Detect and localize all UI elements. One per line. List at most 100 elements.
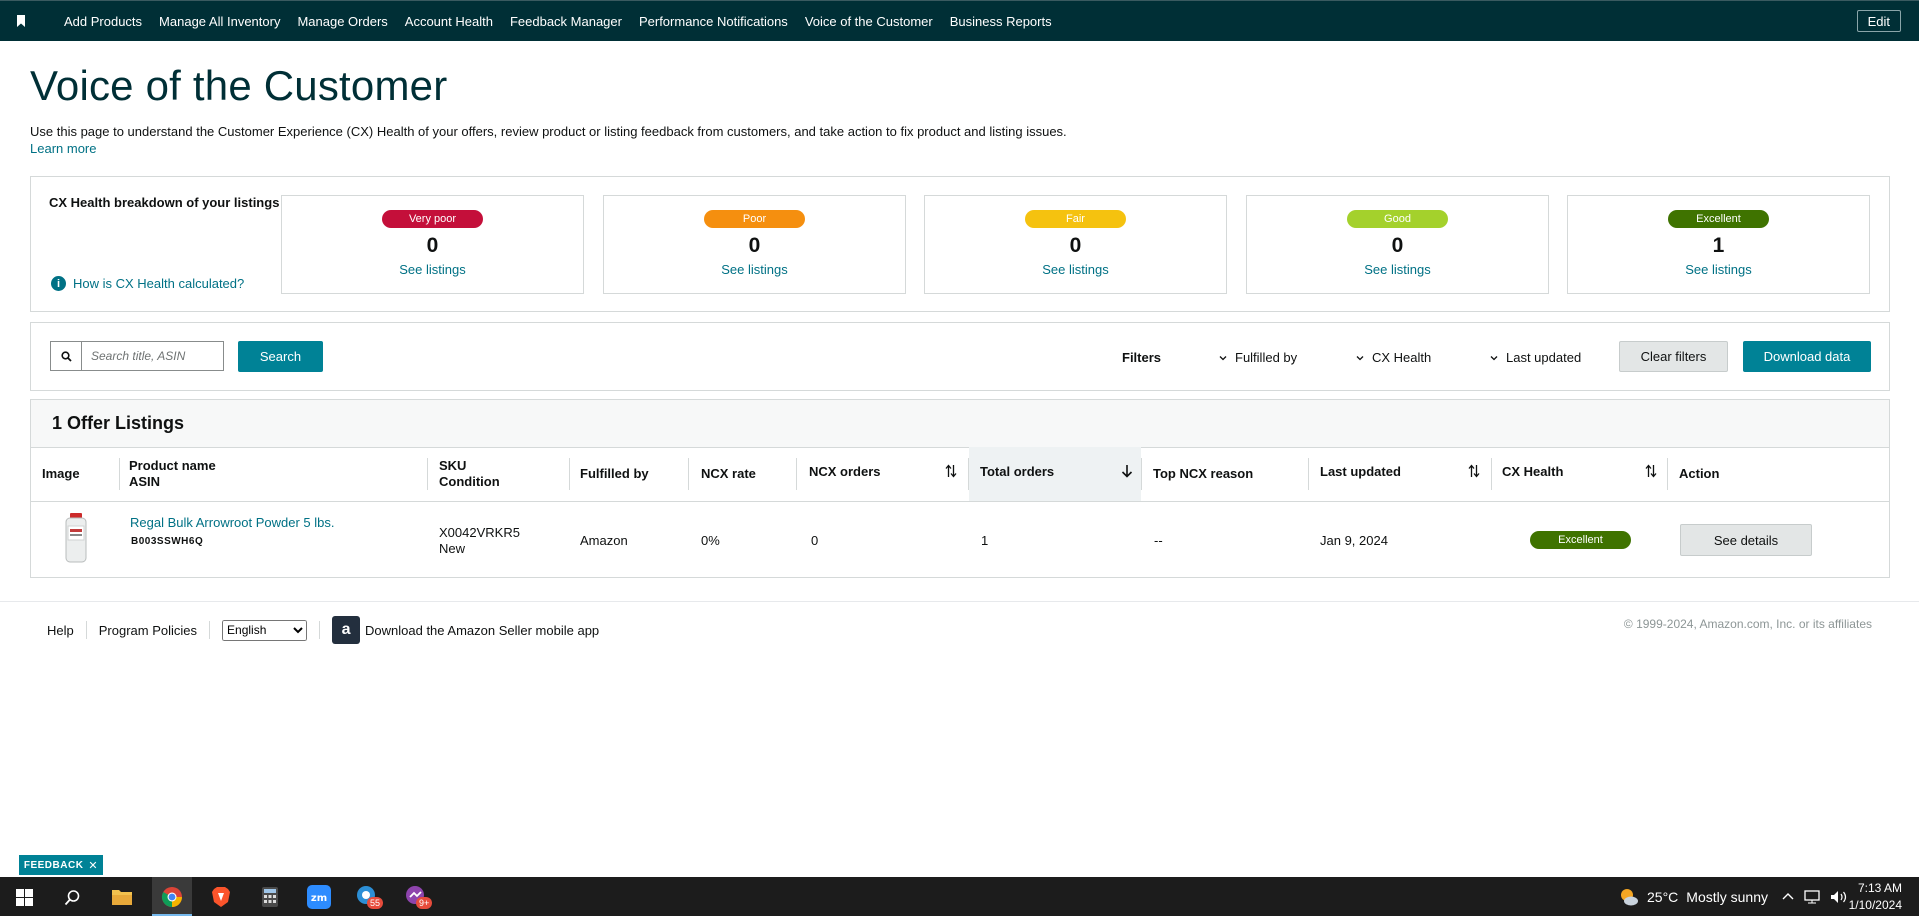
feedback-tab[interactable]: FEEDBACK ✕ [19,855,103,875]
nav-account-health[interactable]: Account Health [405,14,493,29]
network-icon[interactable] [1803,889,1821,904]
cx-health-calculation-link[interactable]: i How is CX Health calculated? [51,276,244,291]
col-fulfilled-by: Fulfilled by [580,466,649,481]
fulfilled-by-filter-label: Fulfilled by [1235,350,1298,365]
volume-icon[interactable] [1830,890,1848,904]
fulfilled-by-filter[interactable]: Fulfilled by [1219,350,1297,365]
cx-count-fair: 0 [1069,234,1082,257]
product-name-link[interactable]: Regal Bulk Arrowroot Powder 5 lbs. [130,515,334,530]
cx-pill-fair: Fair [1025,210,1126,228]
col-ncx-rate: NCX rate [701,466,756,481]
nav-manage-orders[interactable]: Manage Orders [297,14,387,29]
col-condition-label: Condition [439,474,500,489]
sort-descending-icon[interactable] [1121,464,1133,478]
footer-separator [319,621,321,639]
see-listings-poor[interactable]: See listings [604,262,905,277]
nav-voice-of-the-customer[interactable]: Voice of the Customer [805,14,933,29]
seller-app-link[interactable]: Download the Amazon Seller mobile app [365,623,599,638]
cx-card-good: Good 0 See listings [1246,195,1549,294]
bookmark-icon[interactable] [16,15,26,27]
feedback-tab-label: FEEDBACK [23,859,84,871]
ncx-orders-value: 0 [811,533,819,548]
messenger-app-icon[interactable]: 9+ [402,882,433,912]
zoom-app-icon[interactable]: zm [304,882,334,912]
amazon-seller-app-icon[interactable]: a [332,616,361,644]
help-link[interactable]: Help [47,623,74,638]
windows-start-icon[interactable] [9,882,39,912]
program-policies-link[interactable]: Program Policies [99,623,197,638]
sort-icon[interactable] [1645,464,1657,478]
row-divider [31,501,1889,502]
footer-divider [0,601,1919,602]
col-total-orders[interactable]: Total orders [980,464,1054,480]
condition-value: New [439,541,466,556]
nav-business-reports[interactable]: Business Reports [950,14,1052,29]
clear-filters-button[interactable]: Clear filters [1619,341,1728,372]
cx-pill-poor: Poor [704,210,805,228]
language-select[interactable]: English [222,619,308,641]
messenger-badge: 9+ [416,897,433,909]
nav-add-products[interactable]: Add Products [64,14,142,29]
col-cx-health[interactable]: CX Health [1502,464,1563,480]
column-divider [119,458,120,490]
footer-separator [209,621,211,639]
system-clock[interactable]: 7:13 AM 1/10/2024 [1849,880,1902,914]
mail-badge: 55 [367,897,384,909]
weather-condition: Mostly sunny [1686,888,1768,905]
column-divider [688,458,689,490]
weather-widget[interactable]: 25°C Mostly sunny [1618,877,1768,916]
download-data-button[interactable]: Download data [1743,341,1871,372]
column-divider [1491,458,1492,490]
product-thumbnail[interactable] [61,512,91,564]
see-details-button[interactable]: See details [1680,524,1812,556]
brave-browser-icon[interactable] [206,882,236,912]
cx-card-excellent: Excellent 1 See listings [1567,195,1870,294]
col-product-name-label: Product name [129,458,216,473]
last-updated-filter[interactable]: Last updated [1490,350,1581,365]
sort-icon[interactable] [945,464,957,478]
nav-manage-all-inventory[interactable]: Manage All Inventory [159,14,280,29]
see-listings-excellent[interactable]: See listings [1568,262,1869,277]
chevron-up-icon[interactable] [1782,892,1794,902]
column-divider [796,458,797,490]
cx-card-poor: Poor 0 See listings [603,195,906,294]
col-ncx-orders[interactable]: NCX orders [809,464,881,480]
search-icon[interactable] [57,882,87,912]
see-listings-fair[interactable]: See listings [925,262,1226,277]
search-input[interactable] [82,342,223,370]
chevron-down-icon [1356,355,1364,360]
col-action: Action [1679,466,1720,481]
total-orders-value: 1 [981,533,989,548]
col-last-updated[interactable]: Last updated [1320,464,1401,480]
mail-app-icon[interactable]: 55 [353,882,384,912]
offer-listings-panel: 1 Offer Listings Image Product name ASIN… [30,399,1890,578]
cx-health-badge: Excellent [1530,531,1631,549]
cx-health-filter[interactable]: CX Health [1356,350,1431,365]
search-icon [51,342,82,370]
sort-icon[interactable] [1468,464,1480,478]
filter-bar: Search Filters Fulfilled by CX Health La… [30,322,1890,391]
nav-feedback-manager[interactable]: Feedback Manager [510,14,622,29]
nav-performance-notifications[interactable]: Performance Notifications [639,14,788,29]
filters-label: Filters [1122,350,1162,365]
edit-button[interactable]: Edit [1856,10,1901,32]
file-explorer-icon[interactable] [107,882,137,912]
weather-sun-cloud-icon [1621,888,1638,905]
svg-text:zm: zm [311,893,327,904]
cx-pill-good: Good [1347,210,1448,228]
close-icon[interactable]: ✕ [88,859,98,872]
chrome-icon[interactable] [157,882,187,912]
col-sku-label: SKU [439,458,467,473]
col-top-ncx-reason: Top NCX reason [1153,466,1254,481]
page-description: Use this page to understand the Customer… [30,124,1067,139]
cx-card-very-poor: Very poor 0 See listings [281,195,584,294]
column-divider [1667,458,1668,490]
column-divider [968,458,969,490]
calculator-icon[interactable] [255,882,285,912]
search-button[interactable]: Search [238,341,323,372]
learn-more-link[interactable]: Learn more [30,141,96,156]
see-listings-very-poor[interactable]: See listings [282,262,583,277]
col-product-name: Product name ASIN [129,458,216,490]
see-listings-good[interactable]: See listings [1247,262,1548,277]
last-updated-filter-label: Last updated [1506,350,1582,365]
